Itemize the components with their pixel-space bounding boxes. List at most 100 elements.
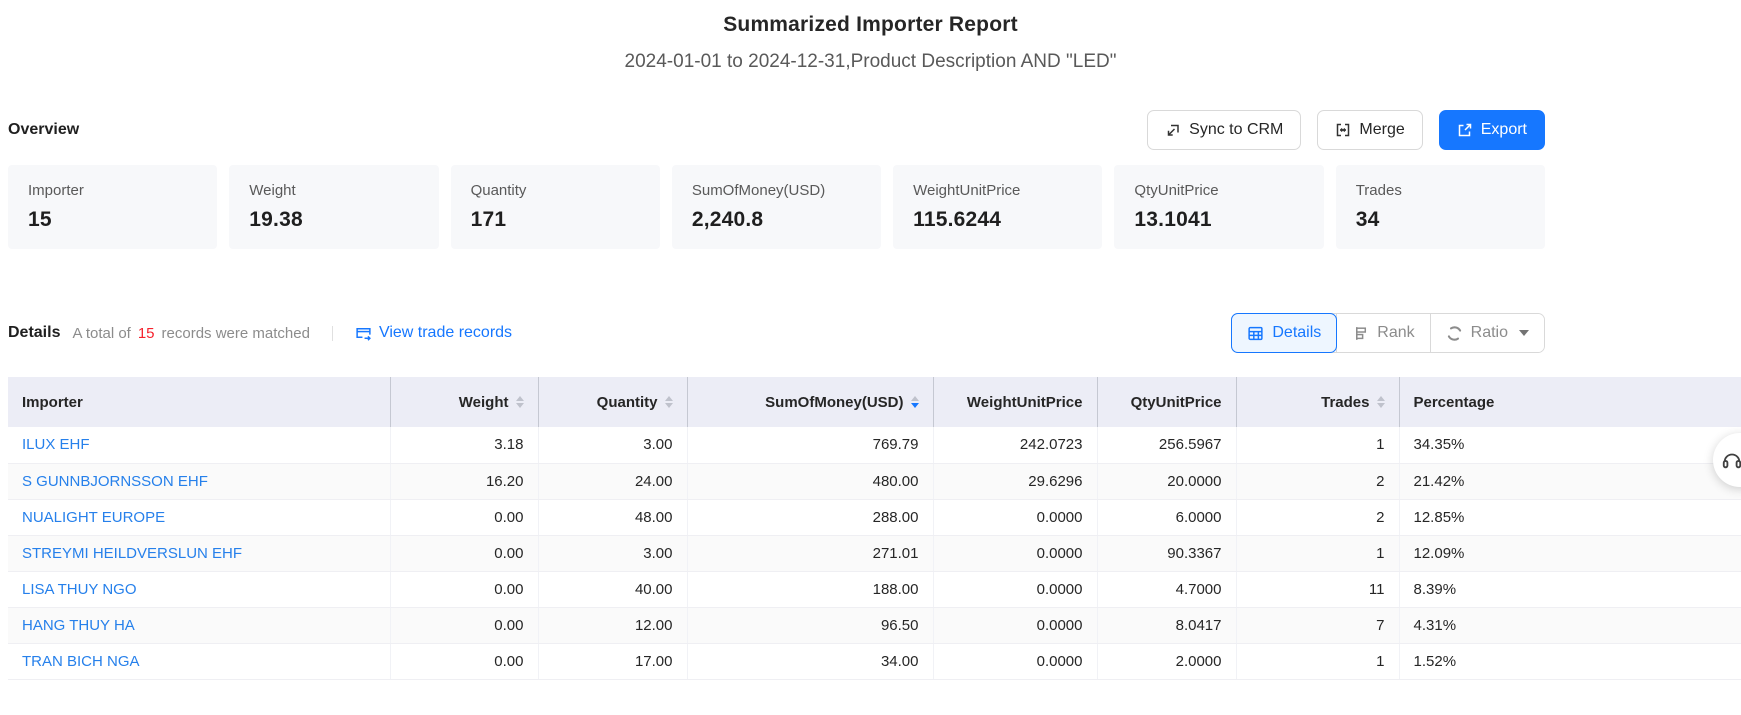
table-cell: 0.0000 [933,535,1097,571]
merge-button[interactable]: Merge [1317,110,1422,150]
view-trade-records-link[interactable]: View trade records [355,324,512,342]
table-cell: 288.00 [687,499,933,535]
importer-cell[interactable]: LISA THUY NGO [8,571,390,607]
column-header-trades[interactable]: Trades [1236,377,1399,427]
table-cell: 90.3367 [1097,535,1236,571]
importer-cell[interactable]: HANG THUY HA [8,607,390,643]
cell-value: 96.50 [881,617,919,634]
stat-label: SumOfMoney(USD) [692,182,861,199]
importer-cell[interactable]: TRAN BICH NGA [8,643,390,679]
column-label: Weight [459,394,509,411]
tab-ratio-label: Ratio [1471,324,1508,342]
cell-value: 3.00 [643,436,672,453]
table-cell: 20.0000 [1097,463,1236,499]
importer-link[interactable]: NUALIGHT EUROPE [22,509,165,526]
headset-icon [1721,449,1741,471]
stat-card-qtyunitprice: QtyUnitPrice13.1041 [1114,165,1323,249]
table-cell: 11 [1236,571,1399,607]
table-cell: 12.09% [1399,535,1741,571]
chevron-down-icon [1519,330,1529,336]
cell-value: 0.0000 [1037,581,1083,598]
table-row: STREYMI HEILDVERSLUN EHF 0.003.00 271.01 0.… [8,535,1741,571]
table-cell: 6.0000 [1097,499,1236,535]
sync-to-crm-button[interactable]: Sync to CRM [1147,110,1301,150]
stat-value: 15 [28,208,197,232]
table-cell: 0.0000 [933,571,1097,607]
table-cell: 12.00 [538,607,687,643]
sort-icon[interactable] [516,396,524,408]
table-cell: 0.00 [390,571,538,607]
column-header-qtyunitprice: QtyUnitPrice [1097,377,1236,427]
tab-ratio[interactable]: Ratio [1430,314,1544,352]
table-header-row: ImporterWeightQuantitySumOfMoney(USD)Wei… [8,377,1741,427]
overview-stat-cards: Importer15Weight19.38Quantity171SumOfMon… [8,165,1545,249]
match-count: 15 [138,325,155,342]
cell-value: 2 [1376,509,1384,526]
tab-details[interactable]: Details [1231,313,1337,353]
stat-card-importer: Importer15 [8,165,217,249]
tab-rank[interactable]: Rank [1336,314,1429,352]
stat-label: Quantity [471,182,640,199]
cell-value: 288.00 [873,509,919,526]
column-header-quantity[interactable]: Quantity [538,377,687,427]
stat-card-weight: Weight19.38 [229,165,438,249]
column-label: Importer [22,394,83,411]
column-header-sumofmoney-usd[interactable]: SumOfMoney(USD) [687,377,933,427]
table-cell: 0.00 [390,607,538,643]
cell-value: 11 [1369,581,1385,598]
table-cell: 271.01 [687,535,933,571]
table-cell: 3.00 [538,535,687,571]
table-cell: 0.0000 [933,643,1097,679]
importer-cell[interactable]: ILUX EHF [8,427,390,463]
cell-value: 0.0000 [1037,653,1083,670]
importer-link[interactable]: STREYMI HEILDVERSLUN EHF [22,545,242,562]
sort-icon[interactable] [1377,396,1385,408]
table-cell: 769.79 [687,427,933,463]
table-row: S GUNNBJORNSSON EHF16.2024.00480.0029.62… [8,463,1741,499]
column-header-weight[interactable]: Weight [390,377,538,427]
cell-value: 34.35% [1414,436,1465,453]
table-cell: 2 [1236,499,1399,535]
rank-icon [1352,325,1369,342]
table-cell: 48.00 [538,499,687,535]
table-cell: 96.50 [687,607,933,643]
table-cell: 24.00 [538,463,687,499]
cell-value: 8.39% [1414,581,1457,598]
sort-icon[interactable] [665,396,673,408]
table-cell: 188.00 [687,571,933,607]
cell-value: 0.00 [494,581,523,598]
action-buttons: Sync to CRM Merge Export [1147,110,1545,150]
cell-value: 8.0417 [1176,617,1222,634]
view-switcher: Details Rank Ratio [1231,313,1545,353]
cell-value: 769.79 [873,436,919,453]
export-button[interactable]: Export [1439,110,1545,150]
stat-label: WeightUnitPrice [913,182,1082,199]
cell-value: 17.00 [635,653,673,670]
sort-icon[interactable] [911,396,919,408]
table-cell: 3.18 [390,427,538,463]
merge-label: Merge [1359,121,1404,139]
table-cell: 8.0417 [1097,607,1236,643]
importer-link[interactable]: S GUNNBJORNSSON EHF [22,473,208,490]
importer-cell[interactable]: S GUNNBJORNSSON EHF [8,463,390,499]
table-cell: 4.31% [1399,607,1741,643]
stat-value: 34 [1356,208,1525,232]
importer-cell[interactable]: NUALIGHT EUROPE [8,499,390,535]
table-cell: 0.00 [390,535,538,571]
cell-value: 12.00 [635,617,673,634]
importer-link[interactable]: LISA THUY NGO [22,581,137,598]
cell-value: 90.3367 [1167,545,1221,562]
table-cell: 1.52% [1399,643,1741,679]
cell-value: 271.01 [873,545,919,562]
tab-details-label: Details [1272,324,1321,342]
match-suffix: records were matched [162,325,310,342]
importer-link[interactable]: ILUX EHF [22,436,90,453]
cell-value: 7 [1376,617,1384,634]
importer-cell[interactable]: STREYMI HEILDVERSLUN EHF [8,535,390,571]
importer-link[interactable]: HANG THUY HA [22,617,135,634]
importer-link[interactable]: TRAN BICH NGA [22,653,140,670]
stat-card-trades: Trades34 [1336,165,1545,249]
details-heading: Details [8,324,60,342]
table-row: LISA THUY NGO0.0040.00188.000.00004.7000… [8,571,1741,607]
stat-label: Weight [249,182,418,199]
